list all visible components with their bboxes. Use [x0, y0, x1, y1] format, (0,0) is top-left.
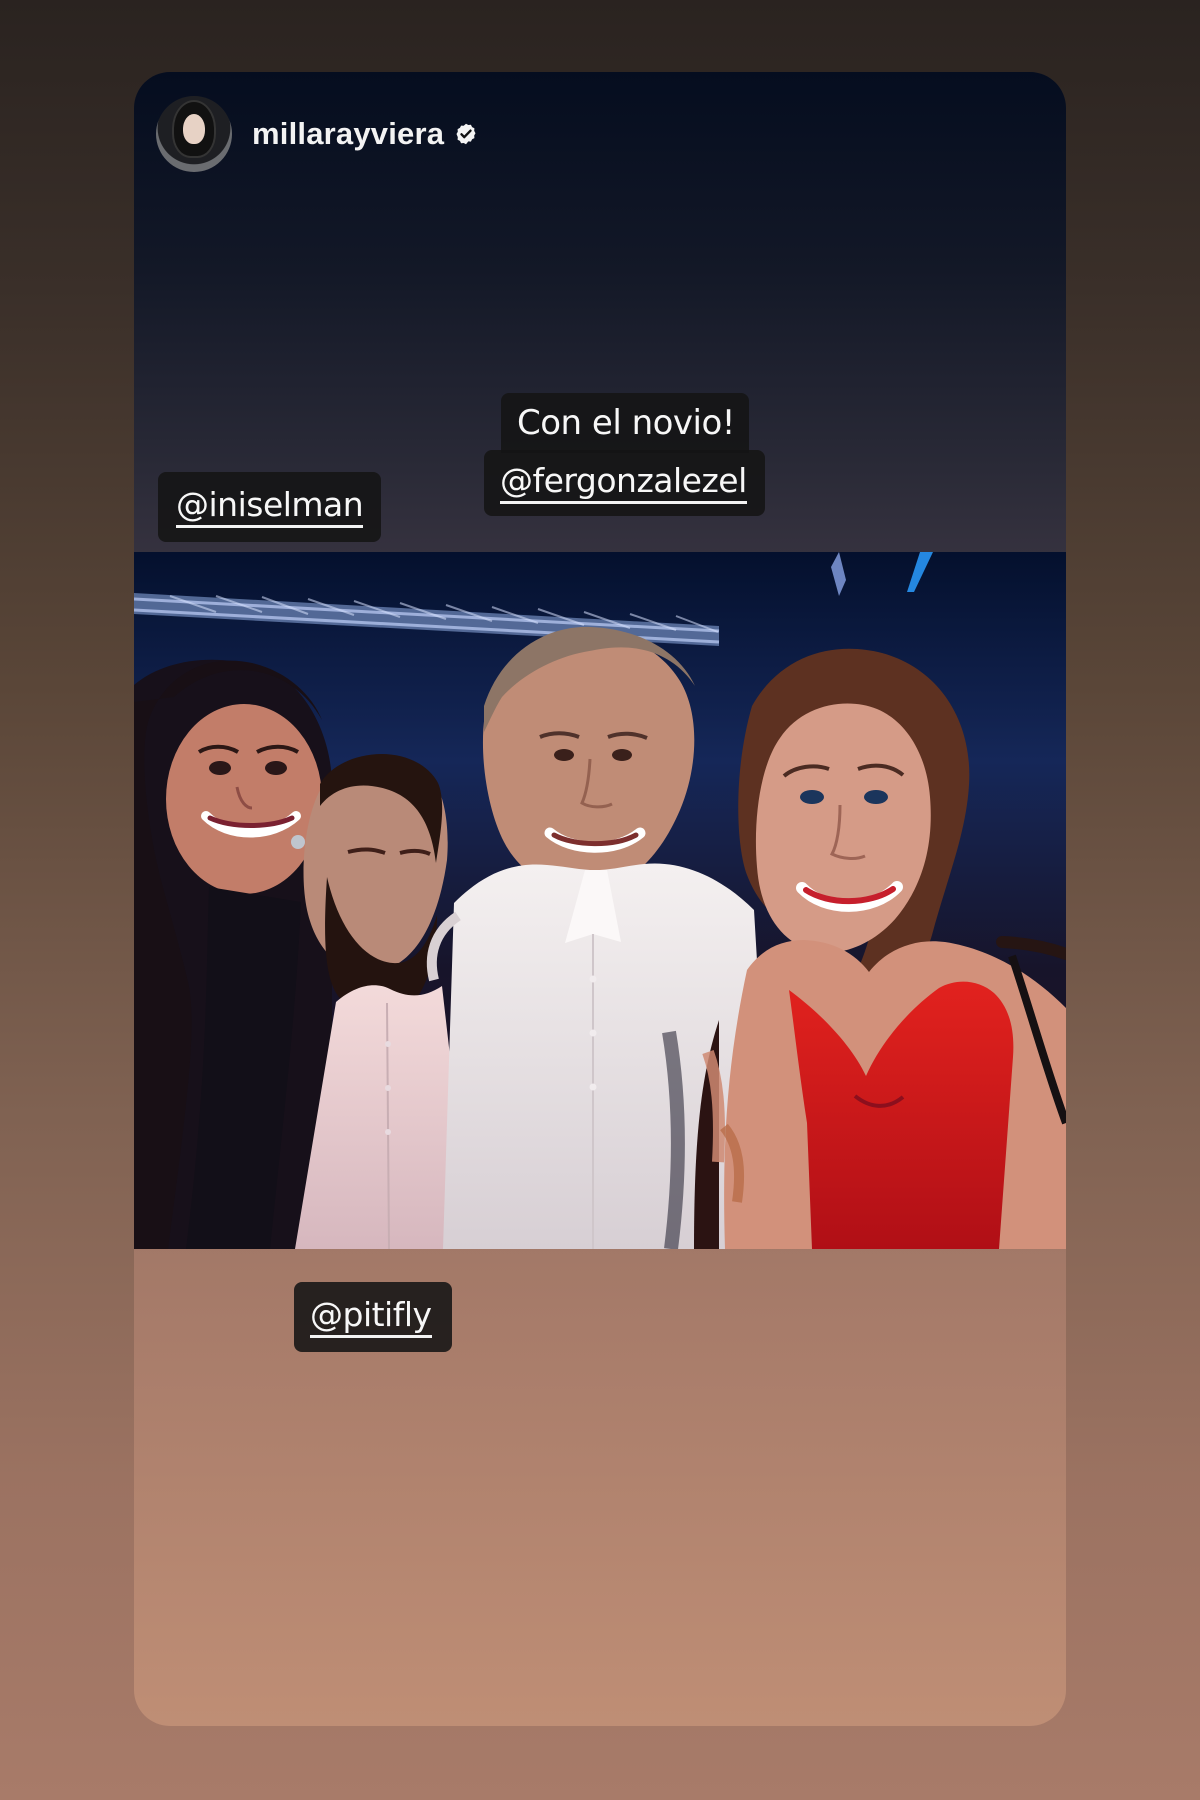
group-photo-illustration [134, 552, 1066, 1249]
mention-text-iniselman: @iniselman [176, 488, 364, 528]
verified-badge-icon [454, 122, 478, 146]
mention-text-fergonzalezel: @fergonzalezel [500, 464, 747, 504]
mention-sticker-iniselman[interactable]: @iniselman [158, 472, 382, 542]
profile-avatar[interactable] [156, 96, 232, 172]
username-row: millarayviera [252, 116, 478, 152]
caption-text: Con el novio! [517, 403, 735, 443]
story-photo [134, 552, 1066, 1249]
caption-mention-sticker[interactable]: Con el novio! @fergonzalezel [484, 393, 765, 516]
username[interactable]: millarayviera [252, 116, 444, 152]
mention-text-pitifly: @pitifly [310, 1298, 432, 1338]
mention-sticker-pitifly[interactable]: @pitifly [294, 1282, 452, 1352]
caption-text-sticker: Con el novio! [501, 393, 749, 453]
story-header: millarayviera [156, 96, 478, 172]
mention-sticker-fergonzalezel[interactable]: @fergonzalezel [484, 450, 765, 516]
story-card[interactable]: millarayviera @iniselman Con el novio! @… [134, 72, 1066, 1726]
